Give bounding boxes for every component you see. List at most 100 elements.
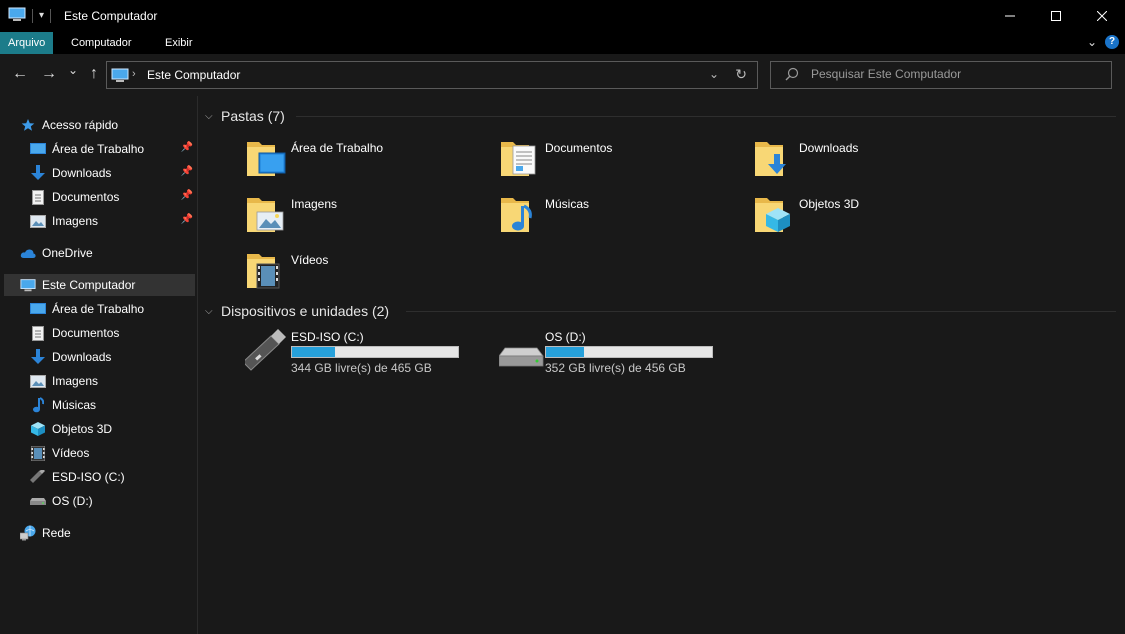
search-input[interactable] [811, 67, 1101, 81]
sidebar-item-label: OneDrive [42, 246, 93, 260]
pin-icon[interactable]: 📌 [181, 214, 193, 225]
drive-usage-fill [546, 347, 585, 357]
folder-label: Área de Trabalho [291, 141, 384, 155]
sidebar-item-pictures-pinned[interactable]: Imagens 📌 [30, 210, 195, 232]
sidebar-item-drive-d[interactable]: OS (D:) [30, 490, 195, 512]
document-icon [30, 189, 46, 205]
sidebar-item-onedrive[interactable]: OneDrive [20, 242, 195, 264]
sidebar-item-desktop-pinned[interactable]: Área de Trabalho 📌 [30, 138, 195, 160]
music-icon [30, 397, 46, 413]
computer-icon [20, 277, 36, 293]
folder-tile-pictures[interactable]: Imagens [245, 192, 495, 242]
folder-tile-desktop[interactable]: Área de Trabalho [245, 136, 495, 186]
sidebar-item-label: OS (D:) [52, 494, 93, 508]
pin-icon[interactable]: 📌 [181, 190, 193, 201]
recent-locations-button[interactable]: ⌄ [63, 63, 83, 77]
video-icon [30, 445, 46, 461]
drive-name: ESD-ISO (C:) [291, 330, 364, 344]
breadcrumb[interactable]: Este Computador [147, 68, 240, 82]
computer-icon [8, 7, 26, 24]
sidebar-item-label: Área de Trabalho [52, 142, 145, 156]
navigation-pane: Acesso rápido Área de Trabalho 📌 Downloa… [0, 96, 198, 634]
sidebar-item-quick-access[interactable]: Acesso rápido [20, 114, 195, 136]
group-header-drives[interactable]: ⌵ Dispositivos e unidades (2) [205, 301, 389, 321]
folder-tile-documents[interactable]: Documentos [499, 136, 749, 186]
tab-exibir[interactable]: Exibir [157, 32, 201, 54]
address-bar[interactable]: › Este Computador ⌄ ↻ [106, 61, 758, 89]
back-button[interactable]: ← [10, 65, 30, 83]
chevron-down-icon: ⌵ [205, 110, 213, 122]
title-bar: ▾ Este Computador [0, 0, 1125, 32]
drive-usage-bar [291, 346, 459, 358]
group-title: Dispositivos e unidades (2) [221, 303, 390, 319]
drive-name: OS (D:) [545, 330, 586, 344]
search-icon [785, 67, 799, 84]
sidebar-item-desktop[interactable]: Área de Trabalho [30, 298, 195, 320]
folder-tile-downloads[interactable]: Downloads [753, 136, 1003, 186]
refresh-icon[interactable]: ↻ [735, 66, 747, 83]
usb-drive-icon [242, 328, 291, 374]
drive-tile-c[interactable]: ESD-ISO (C:) 344 GB livre(s) de 465 GB [242, 328, 485, 378]
folder-label: Downloads [799, 141, 859, 155]
sidebar-item-pictures[interactable]: Imagens [30, 370, 195, 392]
sidebar-item-music[interactable]: Músicas [30, 394, 195, 416]
sidebar-item-downloads[interactable]: Downloads [30, 346, 195, 368]
sidebar-item-label: Downloads [52, 350, 112, 364]
sidebar-item-label: Este Computador [42, 278, 136, 292]
help-icon[interactable]: ? [1105, 35, 1119, 49]
folder-tile-music[interactable]: Músicas [499, 192, 749, 242]
forward-button[interactable]: → [39, 65, 59, 83]
hard-drive-icon [30, 493, 46, 509]
group-header-folders[interactable]: ⌵ Pastas (7) [205, 106, 285, 126]
sidebar-item-videos[interactable]: Vídeos [30, 442, 195, 464]
download-icon [30, 165, 46, 181]
breadcrumb-chevron-icon[interactable]: › [132, 68, 136, 80]
pin-icon[interactable]: 📌 [181, 142, 193, 153]
sidebar-item-drive-c[interactable]: ESD-ISO (C:) [30, 466, 195, 488]
navigation-bar: ← → ⌄ ↑ › Este Computador ⌄ ↻ [0, 54, 1125, 96]
document-icon [30, 325, 46, 341]
drive-free-space: 352 GB livre(s) de 456 GB [545, 361, 686, 375]
window-title: Este Computador [64, 9, 158, 23]
content-pane: ⌵ Pastas (7) Área de Trabalho Documentos… [199, 96, 1125, 634]
toolbar-divider [32, 8, 33, 23]
download-icon [30, 349, 46, 365]
maximize-button[interactable] [1033, 0, 1079, 32]
sidebar-item-label: Imagens [52, 214, 99, 228]
pin-icon[interactable]: 📌 [181, 166, 193, 177]
sidebar-item-label: Imagens [52, 374, 99, 388]
desktop-folder-icon [245, 136, 291, 182]
sidebar-item-3d-objects[interactable]: Objetos 3D [30, 418, 195, 440]
folder-label: Objetos 3D [799, 197, 860, 211]
expand-ribbon-icon[interactable]: ⌄ [1087, 35, 1097, 49]
drive-tile-d[interactable]: OS (D:) 352 GB livre(s) de 456 GB [498, 328, 739, 378]
pictures-folder-icon [245, 192, 291, 238]
tab-arquivo[interactable]: Arquivo [0, 32, 54, 54]
image-icon [30, 213, 46, 229]
close-button[interactable] [1079, 0, 1125, 32]
sidebar-item-documents-pinned[interactable]: Documentos 📌 [30, 186, 195, 208]
folder-label: Músicas [545, 197, 590, 211]
sidebar-item-label: Objetos 3D [52, 422, 113, 436]
chevron-down-icon: ⌵ [205, 305, 213, 317]
address-dropdown-icon[interactable]: ⌄ [709, 67, 719, 81]
folder-tile-videos[interactable]: Vídeos [245, 248, 495, 298]
sidebar-item-documents[interactable]: Documentos [30, 322, 195, 344]
sidebar-item-label: Rede [42, 526, 71, 540]
folder-tile-3d-objects[interactable]: Objetos 3D [753, 192, 1003, 242]
downloads-folder-icon [753, 136, 799, 182]
sidebar-item-downloads-pinned[interactable]: Downloads 📌 [30, 162, 195, 184]
hard-drive-icon [498, 328, 545, 374]
quick-access-toolbar: ▾ [8, 7, 52, 24]
sidebar-item-this-pc[interactable]: Este Computador [4, 274, 195, 296]
music-folder-icon [499, 192, 545, 238]
sidebar-item-label: Documentos [52, 190, 120, 204]
cloud-icon [20, 245, 36, 261]
drive-usage-bar [545, 346, 713, 358]
sidebar-item-network[interactable]: Rede [20, 522, 195, 544]
up-button[interactable]: ↑ [84, 65, 104, 83]
search-box[interactable] [770, 61, 1112, 89]
minimize-button[interactable] [987, 0, 1033, 32]
tab-computador[interactable]: Computador [63, 32, 140, 54]
customize-toolbar-icon[interactable]: ▾ [39, 10, 44, 21]
